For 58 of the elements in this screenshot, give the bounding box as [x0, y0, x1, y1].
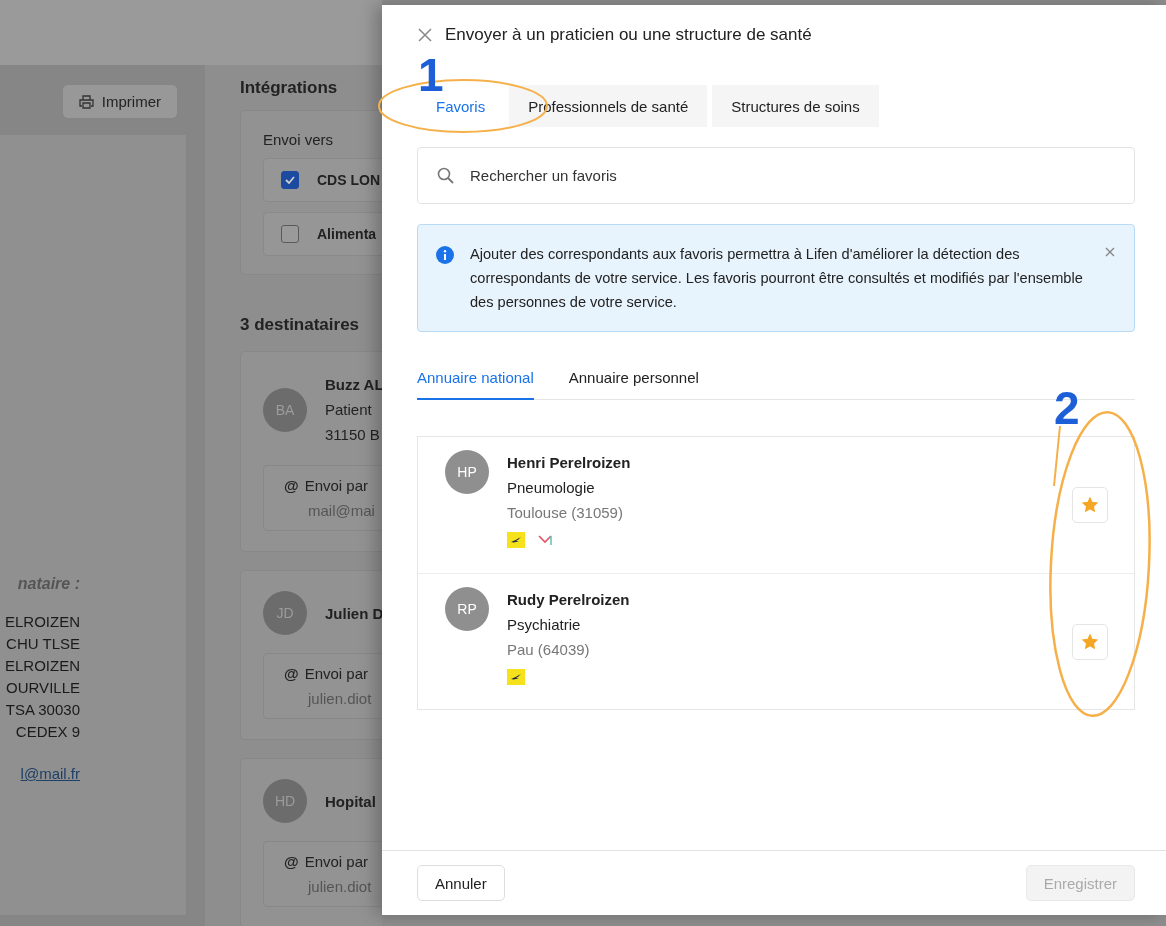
close-icon[interactable]: [1104, 246, 1116, 258]
recipient-detail: 31150 B: [325, 425, 381, 445]
avatar: HP: [445, 450, 489, 494]
checkbox[interactable]: [281, 171, 299, 189]
cancel-button[interactable]: Annuler: [417, 865, 505, 901]
favorite-button[interactable]: [1072, 487, 1108, 523]
channel-address: julien.diot: [306, 689, 373, 709]
section-title: 3 destinataires: [240, 315, 361, 335]
tab[interactable]: Annuaire personnel: [568, 369, 699, 400]
recipient-name: Hopital: [325, 791, 376, 812]
channel-label: Envoi par: [304, 664, 368, 684]
recipient-detail: Patient: [325, 400, 373, 420]
contact-name: Rudy Perelroizen: [507, 590, 630, 610]
contact-location: Toulouse (31059): [507, 503, 624, 523]
check-icon: [285, 176, 295, 184]
channel-address: julien.diot: [306, 877, 373, 897]
at-icon: @: [284, 665, 299, 682]
contact-location: Pau (64039): [507, 640, 591, 660]
channel-address: mail@mai: [307, 501, 376, 521]
close-icon[interactable]: [417, 27, 433, 43]
address-line: CHU TLSE: [6, 634, 80, 654]
favorite-button[interactable]: [1072, 623, 1108, 660]
at-icon: @: [284, 477, 299, 494]
tab[interactable]: Structures de soins: [712, 85, 879, 127]
recipient-name: Julien D: [325, 603, 382, 624]
annotation-number: 2: [1054, 385, 1080, 431]
search-field[interactable]: Rechercher un favoris: [417, 147, 1135, 204]
card-label: Envoi vers: [263, 131, 335, 148]
integration-option[interactable]: CDS LON: [263, 158, 382, 202]
print-button[interactable]: Imprimer: [62, 85, 177, 118]
letter-heading: nataire :: [17, 575, 80, 593]
postal-icon: [507, 669, 525, 685]
address-line: TSA 30030: [5, 700, 80, 720]
info-text: Ajouter des correspondants aux favoris permettra à Lifen d'améliorer la détection des correspondants de votre service. Les favoris pourront être consultés et modifiés par l'ensemble des personnes de votre service.: [470, 245, 1084, 312]
tab[interactable]: Annuaire national: [417, 369, 534, 400]
option-label: CDS LON: [317, 172, 380, 188]
contact-name: Henri Perelroizen: [507, 453, 631, 473]
postal-icon: [507, 532, 525, 548]
contact-specialty: Psychiatrie: [507, 615, 582, 635]
printer-icon: [78, 94, 94, 109]
address-line: CEDEX 9: [15, 722, 80, 742]
channel-label: Envoi par: [304, 476, 368, 496]
integration-option[interactable]: Alimenta: [263, 212, 382, 256]
search-icon: [437, 167, 454, 184]
channel-label: Envoi par: [304, 852, 368, 872]
at-icon: @: [284, 853, 299, 870]
drawer-title: Envoyer à un praticien ou une structure de santé: [445, 25, 812, 45]
avatar: RP: [445, 587, 489, 631]
address-line: OURVILLE: [6, 678, 80, 698]
section-title: Intégrations: [240, 78, 339, 98]
address-line: ELROIZEN: [5, 612, 80, 632]
mail-icon: [537, 533, 553, 547]
checkbox[interactable]: [281, 225, 299, 243]
email-link[interactable]: l@mail.fr: [20, 765, 80, 782]
address-line: ELROIZEN: [5, 656, 80, 676]
contact-specialty: Pneumologie: [507, 478, 596, 498]
option-label: Alimenta: [317, 226, 377, 242]
info-icon: [436, 246, 454, 264]
